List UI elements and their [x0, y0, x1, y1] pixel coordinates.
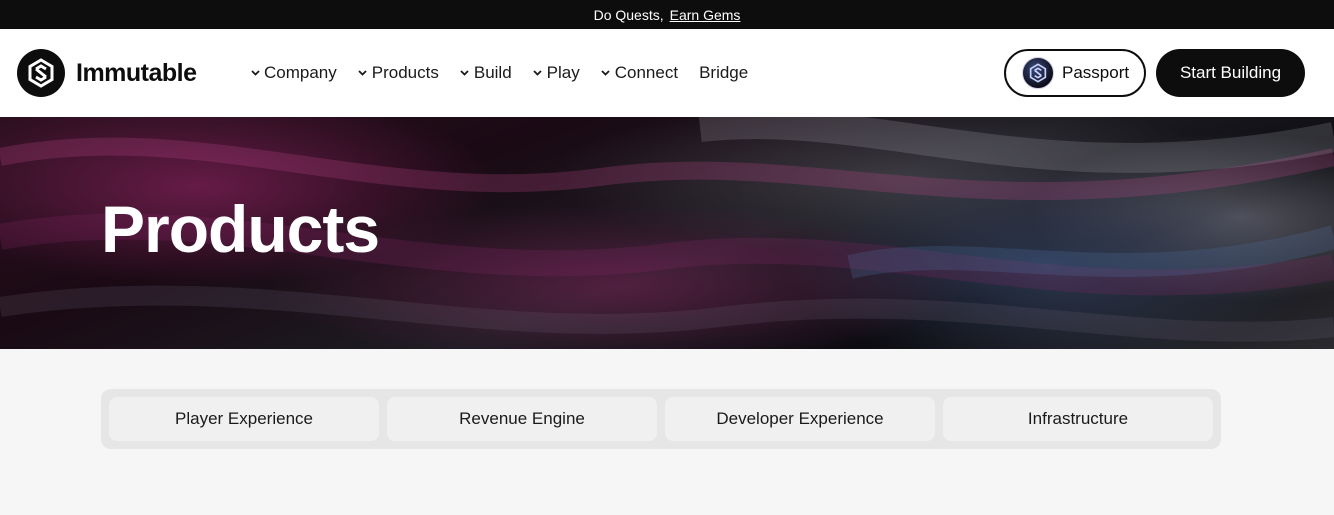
main-nav: Company Products Build Play Connect Brid…	[250, 29, 769, 117]
chevron-down-icon	[358, 68, 368, 78]
product-category-tabs: Player Experience Revenue Engine Develop…	[101, 389, 1221, 449]
announcement-text: Do Quests,	[593, 6, 664, 23]
brand-name: Immutable	[76, 58, 197, 87]
nav-item-company[interactable]: Company	[250, 63, 337, 83]
nav-item-label: Connect	[614, 63, 679, 82]
nav-item-label: Products	[371, 63, 439, 82]
announcement-bar: Do Quests, Earn Gems	[0, 0, 1334, 29]
tab-developer-experience[interactable]: Developer Experience	[665, 397, 935, 441]
passport-button[interactable]: Passport	[1004, 49, 1146, 97]
tab-revenue-engine[interactable]: Revenue Engine	[387, 397, 657, 441]
hero-banner: Products	[0, 117, 1334, 349]
immutable-logo-icon	[17, 49, 65, 97]
brand-home-link[interactable]: Immutable	[17, 49, 197, 97]
nav-item-build[interactable]: Build	[460, 63, 512, 83]
tab-player-experience[interactable]: Player Experience	[109, 397, 379, 441]
chevron-down-icon	[250, 68, 260, 78]
page-title: Products	[101, 192, 380, 266]
nav-item-connect[interactable]: Connect	[601, 63, 678, 83]
passport-logo-icon	[1022, 57, 1054, 89]
nav-item-bridge[interactable]: Bridge	[699, 63, 748, 83]
start-building-button[interactable]: Start Building	[1156, 49, 1305, 97]
nav-item-label: Bridge	[699, 63, 749, 82]
chevron-down-icon	[533, 68, 543, 78]
nav-item-play[interactable]: Play	[533, 63, 580, 83]
passport-button-label: Passport	[1062, 63, 1130, 82]
chevron-down-icon	[460, 68, 470, 78]
chevron-down-icon	[601, 68, 611, 78]
nav-item-label: Company	[264, 63, 337, 82]
nav-item-label: Play	[546, 63, 580, 82]
site-header: Immutable Company Products Build Play Co…	[0, 29, 1334, 117]
tab-infrastructure[interactable]: Infrastructure	[943, 397, 1213, 441]
earn-gems-link[interactable]: Earn Gems	[670, 7, 741, 23]
nav-item-label: Build	[473, 63, 512, 82]
nav-item-products[interactable]: Products	[358, 63, 439, 83]
